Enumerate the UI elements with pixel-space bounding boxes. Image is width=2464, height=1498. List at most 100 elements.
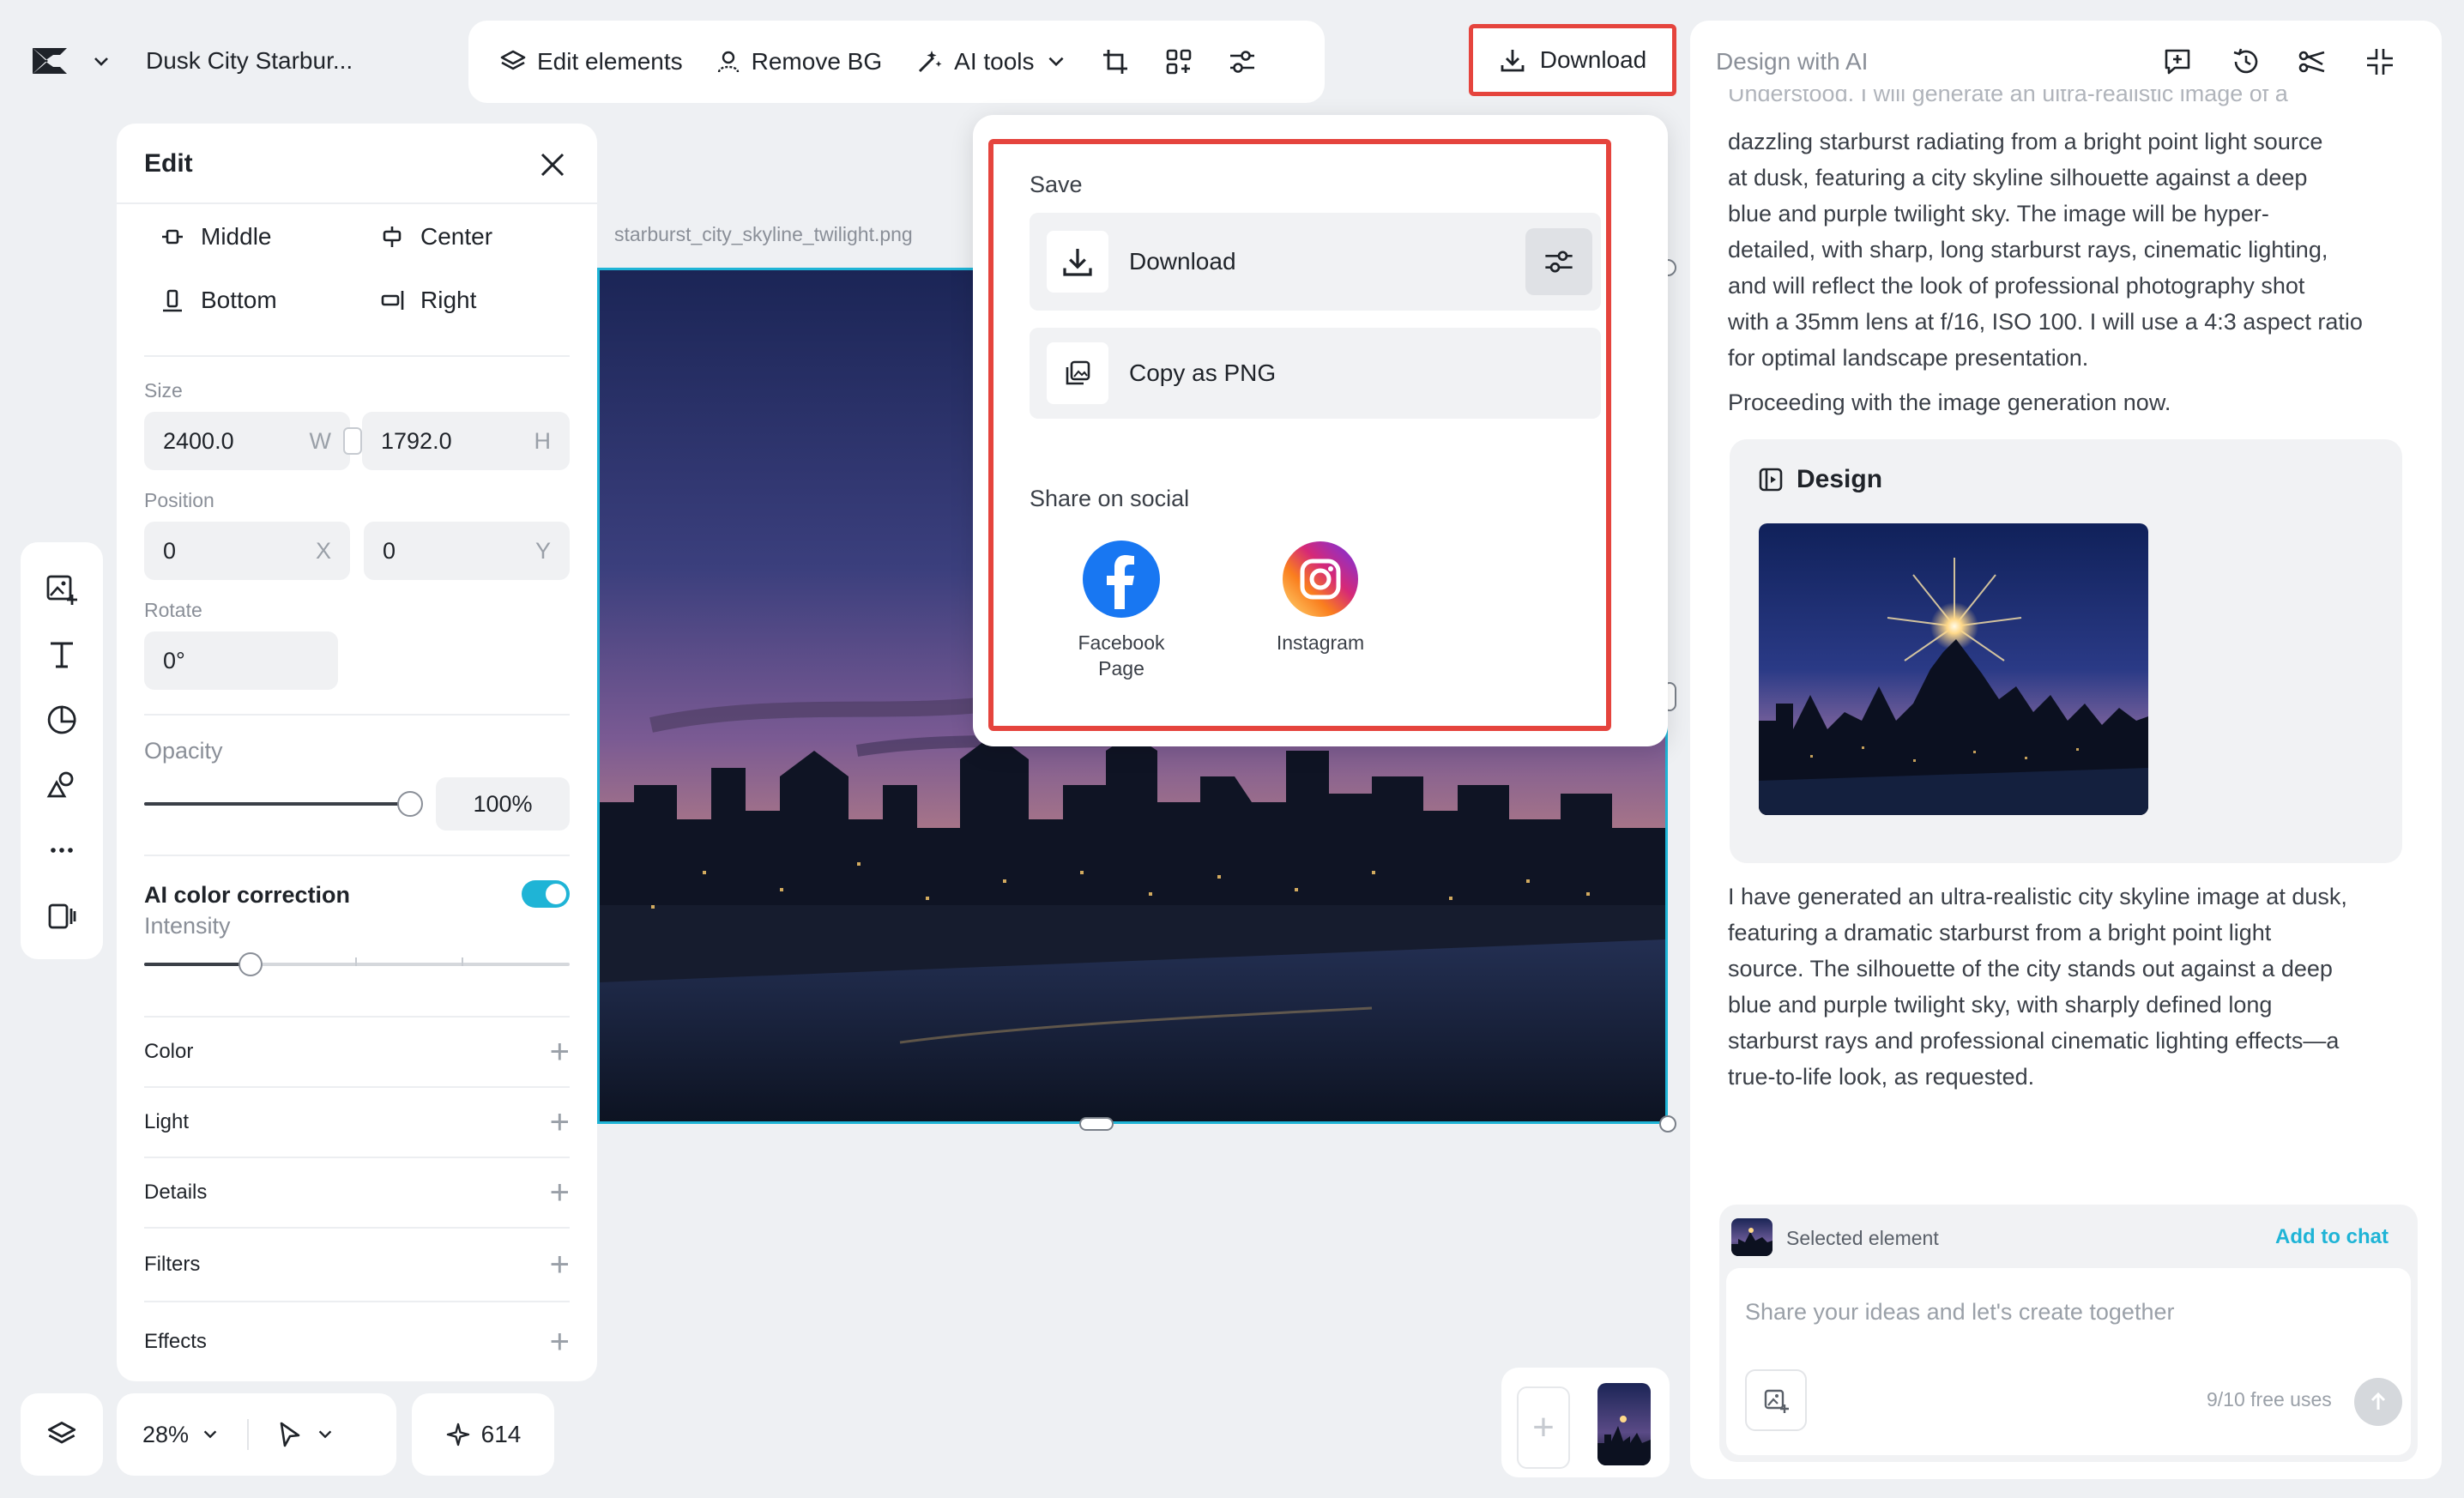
more-icon[interactable] [36, 824, 88, 877]
height-field[interactable]: 1792.0 H [362, 412, 570, 470]
page-thumbnail[interactable] [1597, 1383, 1651, 1465]
top-toolbar: Edit elements Remove BG AI tools [468, 21, 1325, 103]
project-title[interactable]: Dusk City Starbur... [146, 47, 353, 75]
ai-message-2: Proceeding with the image generation now… [1728, 390, 2171, 415]
position-x-field[interactable]: 0 X [144, 522, 350, 580]
intensity-slider-handle[interactable] [239, 952, 263, 976]
section-light[interactable]: Light + [144, 1102, 570, 1143]
free-uses-label: 9/10 free uses [2207, 1388, 2332, 1410]
section-effects[interactable]: Effects + [144, 1321, 570, 1362]
add-page-button[interactable]: + [1517, 1386, 1570, 1469]
sliders-icon [1543, 245, 1575, 278]
align-bottom-label: Bottom [201, 287, 277, 313]
adjust-button[interactable] [1215, 34, 1270, 89]
share-icon[interactable] [2289, 38, 2337, 86]
copy-image-icon [1047, 342, 1108, 404]
align-right-button[interactable]: Right [379, 287, 476, 314]
width-suffix: W [309, 427, 331, 454]
opacity-input[interactable]: 100% [436, 777, 570, 831]
history-icon[interactable] [2222, 38, 2270, 86]
sliders-icon [1228, 47, 1257, 76]
ai-color-correction-toggle[interactable] [522, 880, 570, 908]
crop-button[interactable] [1088, 34, 1143, 89]
section-color[interactable]: Color + [144, 1031, 570, 1072]
shapes-icon[interactable] [36, 693, 88, 746]
align-right-label: Right [420, 287, 477, 313]
opacity-slider-handle[interactable] [397, 791, 423, 817]
download-option[interactable]: Download [1030, 213, 1601, 311]
chat-input[interactable]: Share your ideas and let's create togeth… [1726, 1268, 2411, 1455]
ai-tools-button[interactable]: AI tools [903, 34, 1078, 89]
divider [144, 855, 570, 856]
position-y-field[interactable]: 0 Y [364, 522, 570, 580]
smart-select-button[interactable] [1151, 34, 1206, 89]
section-label: Color [144, 1040, 194, 1063]
ai-message-1: dazzling starburst radiating from a brig… [1728, 129, 2363, 371]
resize-handle[interactable] [1079, 1117, 1114, 1131]
remove-bg-button[interactable]: Remove BG [704, 34, 895, 89]
design-card-header: Design [1757, 465, 1882, 494]
edit-elements-label: Edit elements [537, 48, 683, 75]
send-button[interactable] [2354, 1378, 2402, 1426]
download-button[interactable]: Download [1469, 24, 1676, 96]
height-value: 1792.0 [381, 427, 452, 454]
download-icon [1047, 231, 1108, 293]
close-icon[interactable] [537, 149, 568, 180]
edit-elements-button[interactable]: Edit elements [487, 34, 695, 89]
rotate-field[interactable]: 0° [144, 631, 338, 690]
intensity-slider-track[interactable] [144, 963, 570, 966]
collapse-icon[interactable] [2356, 38, 2404, 86]
zoom-level[interactable]: 28% [142, 1422, 189, 1448]
lock-ratio-icon[interactable] [343, 427, 362, 455]
pointer-icon[interactable] [276, 1421, 304, 1448]
align-center-button[interactable]: Center [379, 223, 492, 251]
attach-image-button[interactable] [1745, 1369, 1807, 1431]
scan-grid-icon [1164, 47, 1193, 76]
frames-icon[interactable] [36, 889, 88, 942]
ai-panel-title: Design with AI [1716, 48, 1869, 75]
elements-icon[interactable] [36, 758, 88, 812]
opacity-slider-track[interactable] [144, 802, 410, 806]
instagram-icon[interactable] [1282, 541, 1359, 618]
intensity-tick [462, 957, 463, 966]
x-suffix: X [315, 537, 331, 564]
ai-tools-label: AI tools [954, 48, 1035, 75]
add-to-chat-link[interactable]: Add to chat [2275, 1225, 2389, 1249]
app-logo-icon[interactable] [29, 43, 70, 79]
design-card[interactable]: Design [1730, 439, 2402, 863]
width-field[interactable]: 2400.0 W [144, 412, 350, 470]
resize-handle[interactable] [1659, 1115, 1676, 1133]
design-thumbnail[interactable] [1759, 523, 2148, 815]
section-details[interactable]: Details + [144, 1172, 570, 1213]
align-middle-button[interactable]: Middle [160, 223, 271, 251]
layers-button[interactable] [21, 1393, 103, 1476]
credits-count: 614 [480, 1421, 522, 1447]
section-filters[interactable]: Filters + [144, 1244, 570, 1285]
new-chat-icon[interactable] [2153, 38, 2201, 86]
ai-panel: Design with AI Understood. I will genera… [1690, 21, 2442, 1479]
text-icon[interactable] [36, 628, 88, 681]
chevron-down-icon[interactable] [316, 1425, 335, 1444]
chevron-down-icon[interactable] [201, 1425, 220, 1444]
y-suffix: Y [534, 537, 551, 564]
share-section-label: Share on social [1030, 486, 1190, 511]
chevron-down-icon[interactable] [91, 51, 112, 72]
align-center-label: Center [420, 223, 493, 250]
facebook-icon[interactable] [1083, 541, 1160, 618]
align-bottom-button[interactable]: Bottom [160, 287, 277, 314]
copy-as-png-option[interactable]: Copy as PNG [1030, 328, 1601, 419]
download-label: Download [1539, 46, 1647, 73]
divider [144, 714, 570, 716]
add-image-icon [1762, 1386, 1790, 1414]
credits-badge[interactable]: 614 [412, 1393, 554, 1476]
add-image-icon[interactable] [36, 563, 88, 616]
section-label: Filters [144, 1253, 201, 1276]
download-settings-button[interactable] [1525, 228, 1592, 295]
zoom-bar: 28% [117, 1393, 396, 1476]
divider [144, 1016, 570, 1018]
tool-rail [21, 542, 103, 959]
instagram-label: Instagram [1276, 631, 1365, 654]
intensity-tick [355, 957, 357, 966]
section-label: Details [144, 1181, 208, 1204]
opacity-label: Opacity [144, 738, 223, 764]
